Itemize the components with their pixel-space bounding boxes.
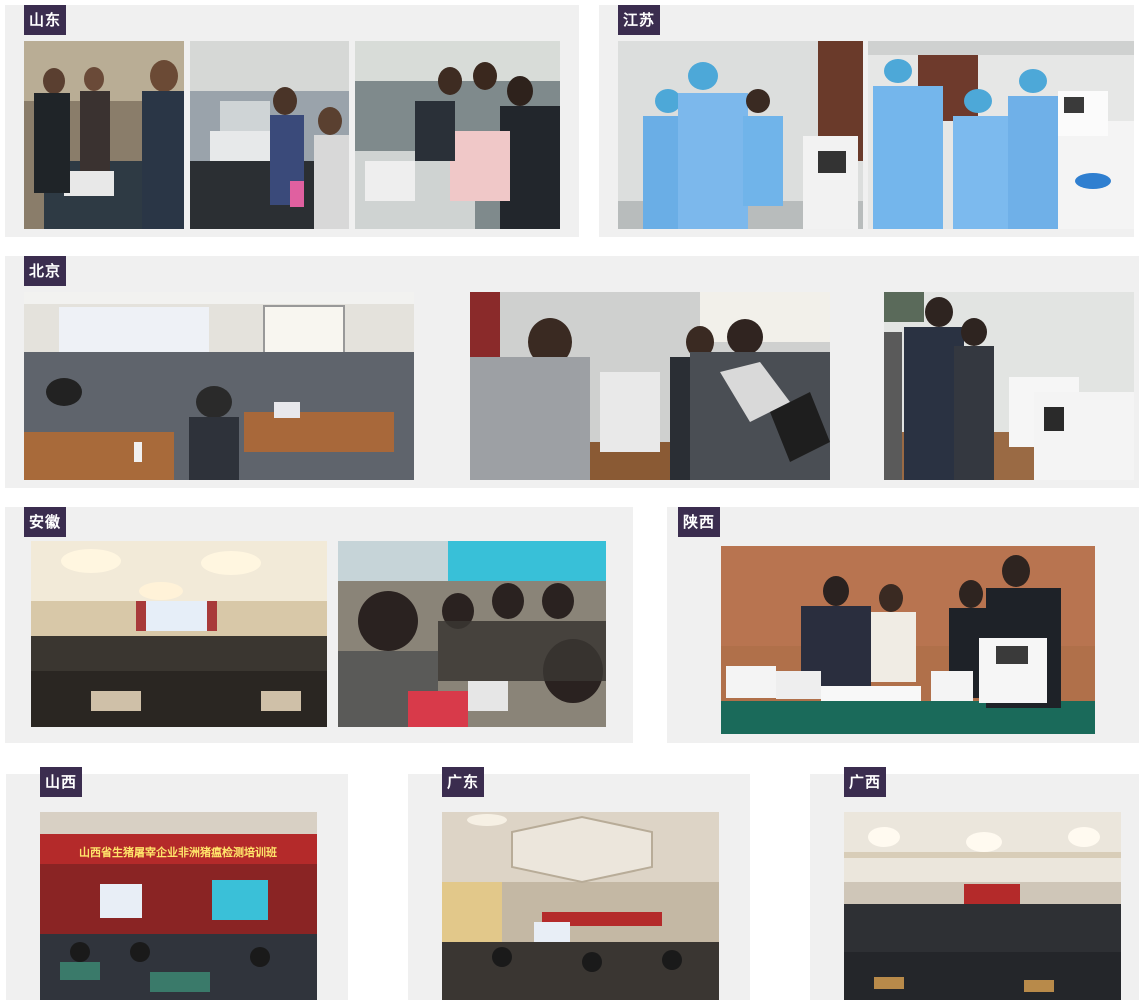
- photo-anhui-hands-on: [338, 541, 606, 727]
- panel-guangxi: 广西: [810, 767, 1139, 1000]
- region-tag-shandong: 山东: [24, 5, 67, 35]
- photo-beijing-instruments: [884, 292, 1134, 480]
- region-tag-guangdong: 广东: [442, 767, 485, 797]
- panel-shandong: 山东: [5, 5, 579, 237]
- region-tag-beijing: 北京: [24, 256, 67, 286]
- photo-jiangsu-lab-staff: [618, 41, 863, 229]
- photo-jiangsu-lab-equipment: [868, 41, 1134, 229]
- photo-beijing-equipment-demo: [470, 292, 830, 480]
- photo-shandong-crowd: [355, 41, 560, 229]
- photo-shandong-lab-demo: [24, 41, 184, 229]
- region-tag-shanxi: 山西: [40, 767, 83, 797]
- photo-shandong-lab-bench: [190, 41, 349, 229]
- region-tag-anhui: 安徽: [24, 507, 67, 537]
- training-banner-text: 山西省生猪屠宰企业非洲猪瘟检测培训班: [79, 845, 277, 859]
- panel-shaanxi: 陕西: [667, 507, 1139, 743]
- region-tag-shaanxi: 陕西: [678, 507, 721, 537]
- photo-shaanxi-exhibition: [721, 546, 1095, 734]
- photo-guangxi-meeting-hall: [844, 812, 1121, 1000]
- photo-shanxi-training-session: 山西省生猪屠宰企业非洲猪瘟检测培训班: [40, 812, 317, 1000]
- region-tag-guangxi: 广西: [844, 767, 887, 797]
- region-tag-jiangsu: 江苏: [618, 5, 661, 35]
- photo-guangdong-conference: [442, 812, 719, 1000]
- photo-beijing-lecture-hall: [24, 292, 414, 480]
- panel-anhui: 安徽: [5, 507, 633, 743]
- panel-shanxi: 山西 山西省生猪屠宰企业非洲猪瘟检测培训班: [6, 767, 348, 1000]
- photo-anhui-auditorium: [31, 541, 327, 727]
- panel-beijing: 北京: [5, 256, 1139, 488]
- panel-guangdong: 广东: [408, 767, 750, 1000]
- panel-jiangsu: 江苏: [599, 5, 1134, 237]
